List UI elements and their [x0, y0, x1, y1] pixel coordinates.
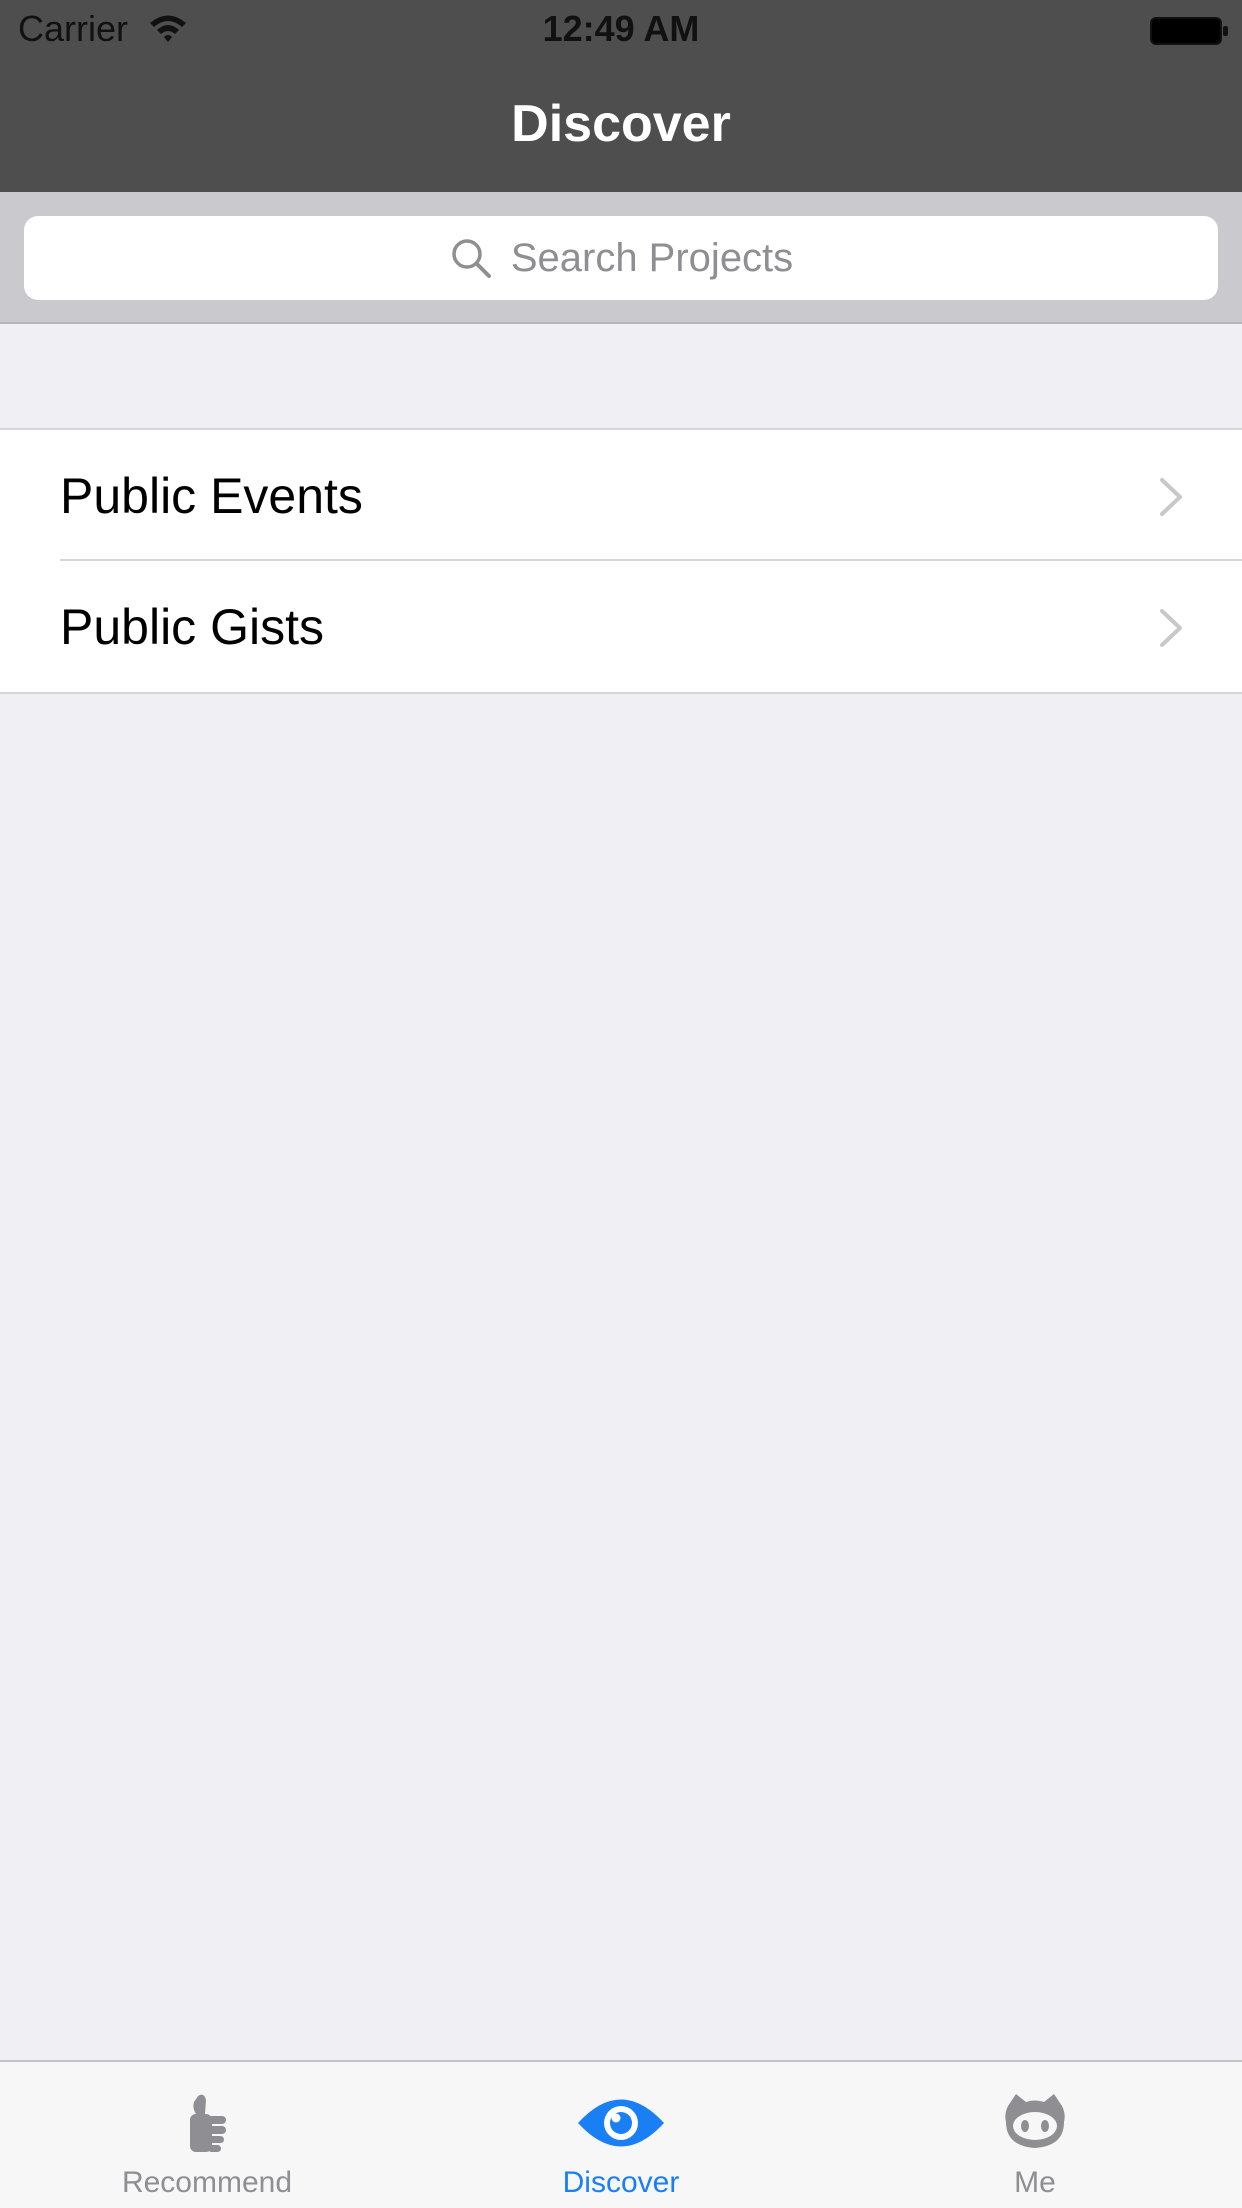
search-bar: Search Projects: [0, 192, 1242, 324]
octocat-icon: [1005, 2094, 1065, 2148]
tab-label: Recommend: [121, 2166, 293, 2199]
battery-icon: [1150, 17, 1228, 45]
navigation-bar: Discover: [0, 60, 1242, 192]
list-item-label: Public Events: [60, 467, 363, 524]
chevron-right-icon: [1160, 609, 1182, 647]
tab-recommend[interactable]: Recommend: [0, 2062, 414, 2208]
tab-discover[interactable]: Discover: [414, 2062, 828, 2208]
search-input[interactable]: Search Projects: [24, 216, 1218, 300]
tab-label: Discover: [562, 2166, 680, 2199]
list-item-public-gists[interactable]: Public Gists: [0, 561, 1242, 692]
discover-list: Public Events Public Gists: [0, 428, 1242, 694]
list-item-public-events[interactable]: Public Events: [0, 430, 1242, 561]
thumbs-up-icon: [190, 2094, 226, 2152]
tab-bar: Recommend Discover Me: [0, 2060, 1242, 2208]
list-item-label: Public Gists: [60, 598, 324, 655]
search-placeholder: Search Projects: [510, 235, 794, 280]
tab-label: Me: [1014, 2166, 1056, 2199]
search-icon: [452, 239, 491, 278]
tab-me[interactable]: Me: [828, 2062, 1242, 2208]
eye-icon: [578, 2099, 664, 2147]
page-title: Discover: [511, 95, 731, 153]
chevron-right-icon: [1160, 478, 1182, 516]
status-time: 12:49 AM: [542, 8, 700, 49]
status-bar: Carrier 12:49 AM: [0, 0, 1242, 60]
